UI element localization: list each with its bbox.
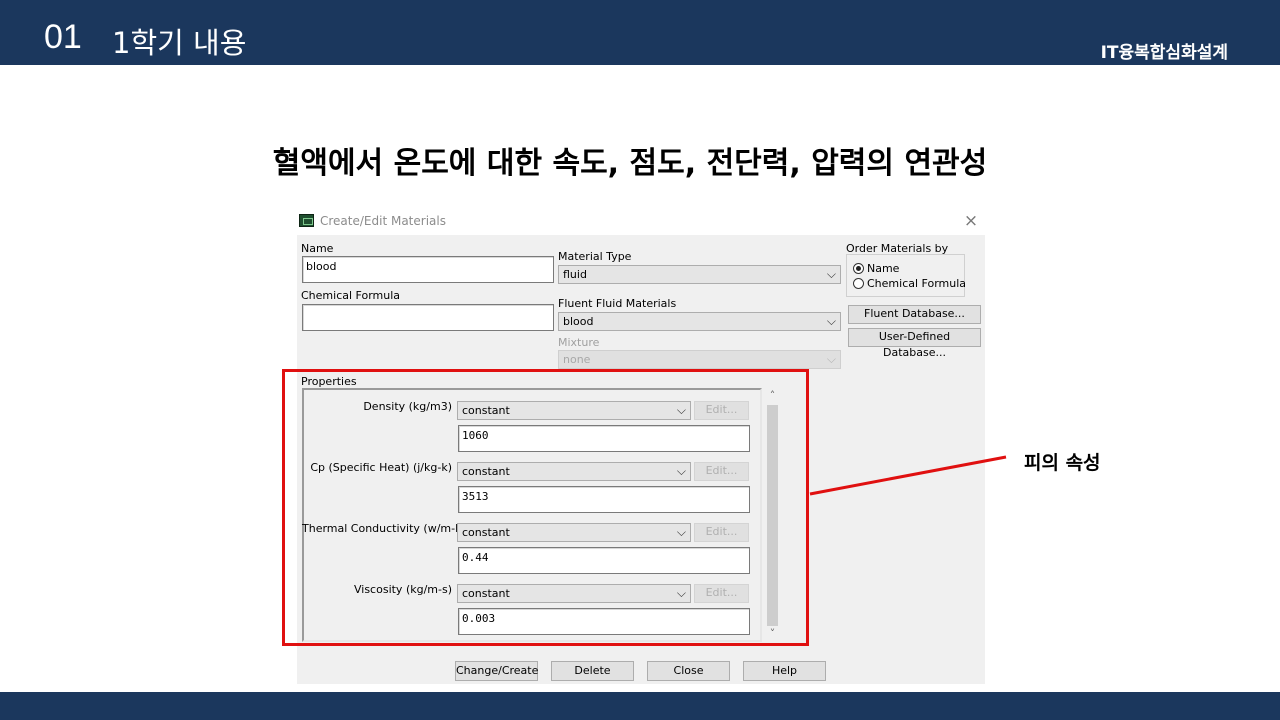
callout-line (809, 455, 1007, 496)
footer-bar (0, 692, 1280, 720)
slide: 01 1학기 내용 IT융복합심화설계 혈액에서 온도에 대한 속도, 점도, … (0, 0, 1280, 720)
callout-line-overlay (809, 455, 1007, 496)
callout-label: 피의 속성 (1024, 452, 1101, 474)
